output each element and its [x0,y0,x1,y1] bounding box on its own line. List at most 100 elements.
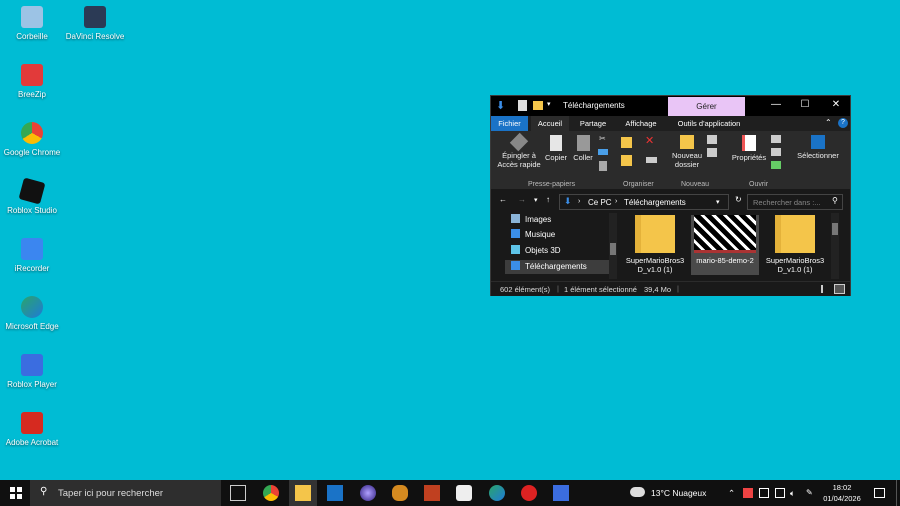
copy-path-icon[interactable] [598,149,608,155]
file-item-selected[interactable]: mario-85-demo-2 [691,215,759,275]
easy-access-icon[interactable] [707,148,717,157]
language-icon[interactable]: ✎ [806,480,813,506]
app-window-taskbar-icon[interactable] [553,485,569,501]
desktop-icon-recycle-bin[interactable]: Corbeille [0,6,64,41]
orb-app-taskbar-icon[interactable] [360,485,376,501]
nav-scrollbar[interactable] [609,213,617,279]
show-hidden-icons-icon[interactable]: ⌃ [728,480,735,506]
quick-access-properties-icon[interactable] [518,100,527,111]
tray-recorder-icon[interactable] [759,488,769,498]
desktop-icon-irecorder[interactable]: iRecorder [0,238,64,273]
volume-icon[interactable]: 🔈︎ [790,480,795,506]
tab-manage[interactable]: Gérer [668,97,745,116]
delete-icon[interactable]: ✕ [645,134,654,147]
mario-taskbar-icon[interactable] [521,485,537,501]
up-arrow-icon[interactable]: ↑ [546,195,550,204]
nav-item-3d-objects[interactable]: Objets 3D [511,244,561,258]
title-bar[interactable]: ⬇ ▾ Téléchargements Gérer — ☐ ✕ [491,96,850,116]
desktop-icon-davinci[interactable]: DaVinci Resolve [63,6,127,41]
close-button[interactable]: ✕ [829,99,843,110]
group-clipboard: Presse-papiers [528,181,576,188]
desktop-icon-breezip[interactable]: BreeZip [0,64,64,99]
ribbon-tabs: Fichier Accueil Partage Affichage Outils… [491,116,850,131]
pin-quick-access-button[interactable]: Épingler à Accès rapide [495,132,543,169]
taskbar-search-input[interactable]: ⚲ Taper ici pour rechercher [30,480,221,506]
nav-item-images[interactable]: Images [511,213,551,227]
roblox-player-icon [21,354,43,376]
ribbon-collapse-icon[interactable]: ⌃ [825,118,832,127]
copy-to-icon[interactable] [621,155,632,166]
group-new: Nouveau [681,181,710,188]
maximize-button[interactable]: ☐ [798,99,812,110]
paste-shortcut-icon[interactable] [599,161,607,171]
content-scrollbar[interactable] [831,213,839,279]
rename-icon[interactable] [646,157,657,163]
quick-access-dropdown-icon[interactable]: ▾ [547,100,551,108]
edit-icon[interactable] [771,148,781,156]
davinci-resolve-icon [84,6,106,28]
start-windows-icon[interactable] [10,487,22,499]
select-button[interactable]: Sélectionner [795,135,841,160]
tab-file[interactable]: Fichier [491,116,528,131]
weather-text[interactable]: 13°C Nuageux [651,480,706,506]
file-item[interactable]: SuperMarioBros3D_v1.0 (1) [621,215,689,274]
file-explorer-window: ⬇ ▾ Téléchargements Gérer — ☐ ✕ Fichier … [490,95,851,296]
desktop-icon-roblox-studio[interactable]: Roblox Studio [0,177,64,215]
desktop-icon-label: Adobe Acrobat [5,438,59,447]
file-explorer-taskbar-icon[interactable] [295,485,311,501]
history-icon[interactable] [771,161,781,169]
game-character-taskbar-icon[interactable] [424,485,440,501]
address-bar[interactable]: ⬇ › Ce PC › Téléchargements ▾ [559,194,729,210]
address-part-this-pc[interactable]: Ce PC [588,198,612,207]
move-to-icon[interactable] [621,137,632,148]
search-input[interactable]: Rechercher dans :... [747,194,843,210]
group-open: Ouvrir [749,181,769,188]
desktop-icon-label: DaVinci Resolve [65,32,125,41]
desktop-icon-edge[interactable]: Microsoft Edge [0,296,64,331]
copy-button[interactable]: Copier [543,135,569,162]
new-folder-icon [680,135,694,149]
breezip-taskbar-icon[interactable] [392,485,408,501]
desktop-icon-roblox-player[interactable]: Roblox Player [0,354,64,389]
tray-app-icon[interactable] [743,488,753,498]
nav-item-downloads[interactable]: Téléchargements [505,260,609,274]
tab-app-tools[interactable]: Outils d'application [673,116,745,131]
roblox-studio-taskbar-icon[interactable] [456,485,472,501]
properties-button[interactable]: Propriétés [729,135,769,162]
minimize-button[interactable]: — [769,99,783,110]
back-arrow-icon[interactable]: ← [499,195,507,204]
file-item[interactable]: SuperMarioBros3D_v1.0 (1) [761,215,829,274]
3d-objects-icon [511,245,520,254]
desktop-icon-acrobat[interactable]: Adobe Acrobat [0,412,64,447]
forward-arrow-icon[interactable]: → [518,195,526,204]
tab-share[interactable]: Partage [574,116,612,131]
cut-icon[interactable]: ✂ [599,134,606,143]
status-bar: 602 élément(s) | 1 élément sélectionné 3… [491,281,850,296]
quick-access-folder-icon[interactable] [533,101,543,110]
tab-view[interactable]: Affichage [619,116,663,131]
ribbon: Épingler à Accès rapide Copier Coller ✂ … [491,131,850,189]
notifications-icon[interactable] [874,488,885,498]
clock[interactable]: 18:02 01/04/2026 [820,482,864,504]
task-view-icon[interactable] [230,485,246,501]
network-icon[interactable] [775,488,785,498]
tab-home[interactable]: Accueil [531,116,569,131]
help-icon[interactable]: ? [838,118,848,128]
large-icons-view-icon[interactable] [834,284,845,294]
details-view-icon[interactable] [821,285,829,293]
address-part-downloads[interactable]: Téléchargements [624,198,686,207]
show-desktop-button[interactable] [896,480,900,506]
edge-taskbar-icon[interactable] [489,485,505,501]
chrome-taskbar-icon[interactable] [263,485,279,501]
outlook-taskbar-icon[interactable] [327,485,343,501]
new-folder-button[interactable]: Nouveau dossier [669,135,705,169]
nav-item-music[interactable]: Musique [511,228,555,242]
address-dropdown-icon[interactable]: ▾ [716,198,720,206]
recent-locations-icon[interactable]: ▾ [534,196,538,204]
desktop-icon-chrome[interactable]: Google Chrome [0,122,64,157]
new-item-icon[interactable] [707,135,717,144]
open-icon[interactable] [771,135,781,143]
paste-button[interactable]: Coller [571,135,595,162]
refresh-icon[interactable]: ↻ [735,195,742,204]
weather-cloud-icon [630,487,645,497]
